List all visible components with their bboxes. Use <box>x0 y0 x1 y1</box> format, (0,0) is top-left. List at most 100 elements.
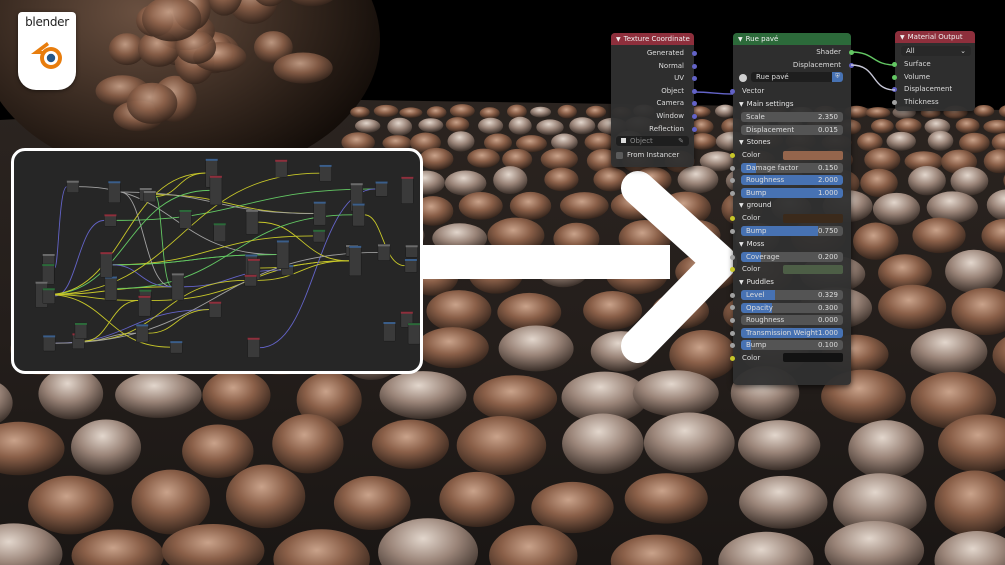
input-socket[interactable] <box>730 343 735 349</box>
chevron-down-icon[interactable]: ▼ <box>739 276 744 289</box>
input-socket[interactable] <box>730 228 735 234</box>
cobblestone <box>872 192 921 226</box>
output-socket[interactable] <box>692 88 697 94</box>
node-header[interactable]: ▼ Rue pavé <box>733 33 851 45</box>
chevron-down-icon[interactable]: ▼ <box>739 98 744 111</box>
ground-color-swatch[interactable] <box>783 214 843 224</box>
rue-pave-group-node[interactable]: ▼ Rue pavé Shader Displacement Rue pavé ⛨… <box>730 33 854 385</box>
cobblestone <box>908 166 946 196</box>
node-group-icon[interactable] <box>739 74 747 83</box>
output-socket[interactable] <box>849 62 854 68</box>
puddles-color-swatch[interactable] <box>783 353 843 363</box>
puddles-roughness-slider[interactable]: Roughness 0.000 <box>741 315 843 326</box>
input-socket[interactable] <box>892 74 897 80</box>
panel-main-settings[interactable]: ▼ Main settings <box>733 98 851 111</box>
object-picker[interactable]: Object ✎ <box>616 136 689 147</box>
displacement-field[interactable]: Displacement 0.015 <box>741 124 843 135</box>
graph-node <box>74 322 88 339</box>
input-socket[interactable] <box>730 267 735 273</box>
graph-node-header <box>350 183 363 186</box>
output-socket[interactable] <box>692 51 697 56</box>
cobblestone <box>910 328 988 376</box>
graph-node-header <box>143 190 156 193</box>
graph-node-header <box>66 180 79 183</box>
input-socket[interactable] <box>730 152 735 158</box>
graph-node <box>383 321 396 342</box>
output-socket[interactable] <box>849 50 854 55</box>
cobblestone <box>643 412 735 474</box>
panel-stones[interactable]: ▼ Stones <box>733 136 851 149</box>
panel-puddles[interactable]: ▼ Puddles <box>733 276 851 289</box>
moss-coverage-slider[interactable]: Coverage 0.200 <box>741 251 843 262</box>
graph-node-header <box>408 323 420 326</box>
stones-color-swatch[interactable] <box>783 150 843 160</box>
graph-node <box>135 324 149 343</box>
puddles-opacity-slider[interactable]: Opacity 0.300 <box>741 302 843 313</box>
cobblestone <box>350 106 370 118</box>
node-header[interactable]: ▼ Texture Coordinate <box>611 33 694 45</box>
chevron-down-icon[interactable]: ▼ <box>616 34 621 45</box>
ground-bump-slider[interactable]: Bump 0.750 <box>741 226 843 237</box>
panel-moss[interactable]: ▼ Moss <box>733 238 851 251</box>
chevron-down-icon[interactable]: ▼ <box>739 136 744 149</box>
input-puddles-level: Level 0.329 <box>730 289 851 302</box>
input-socket[interactable] <box>730 305 735 311</box>
graph-node <box>213 223 226 242</box>
input-socket[interactable] <box>892 99 897 105</box>
node-header[interactable]: ▼ Material Output <box>895 31 975 43</box>
graph-node-header <box>42 253 55 256</box>
input-socket[interactable] <box>730 216 735 222</box>
chevron-down-icon[interactable]: ▼ <box>738 34 743 45</box>
input-socket[interactable] <box>892 87 897 93</box>
cobblestone <box>551 133 578 151</box>
graph-node-header <box>276 240 289 243</box>
node-graph-wires <box>35 158 420 358</box>
transmission-weight-slider[interactable]: Transmission Weight 1.000 <box>741 327 843 338</box>
input-socket[interactable] <box>730 330 735 336</box>
sphere-stone <box>273 52 333 84</box>
stones-roughness-slider[interactable]: Roughness 2.000 <box>741 175 843 186</box>
input-socket[interactable] <box>730 317 735 323</box>
input-socket[interactable] <box>730 355 735 361</box>
chevron-down-icon[interactable]: ▼ <box>900 32 905 43</box>
output-socket[interactable] <box>692 126 697 132</box>
chevron-down-icon[interactable]: ▼ <box>739 238 744 251</box>
stones-bump-slider[interactable]: Bump 1.000 <box>741 188 843 199</box>
material-output-node[interactable]: ▼ Material Output All ⌄ Surface Volume Dis… <box>892 31 975 111</box>
from-instancer-checkbox[interactable] <box>616 152 623 160</box>
cobblestone <box>624 473 708 524</box>
cobblestone <box>131 469 210 535</box>
graph-node-header <box>35 281 48 284</box>
output-camera: Camera <box>611 97 697 110</box>
graph-node-header <box>43 335 56 338</box>
target-dropdown[interactable]: All ⌄ <box>901 46 971 57</box>
panel-ground[interactable]: ▼ ground <box>733 199 851 212</box>
output-socket[interactable] <box>692 113 697 119</box>
cobblestone <box>373 104 399 118</box>
input-socket[interactable] <box>730 89 735 95</box>
object-picker-row: Object ✎ <box>611 135 694 149</box>
fake-user-shield-icon[interactable]: ⛨ <box>832 72 843 83</box>
chevron-down-icon[interactable]: ▼ <box>739 199 744 212</box>
scale-field[interactable]: Scale 2.350 <box>741 112 843 123</box>
graph-node-header <box>400 311 413 314</box>
texture-coordinate-node[interactable]: ▼ Texture Coordinate Generated Normal UV … <box>611 33 697 167</box>
logo-text: blender <box>25 15 69 29</box>
input-socket[interactable] <box>892 62 897 67</box>
cobblestone <box>506 104 527 119</box>
graph-node <box>179 209 192 229</box>
eyedropper-icon[interactable]: ✎ <box>678 136 684 146</box>
input-socket[interactable] <box>730 190 735 196</box>
input-socket[interactable] <box>730 292 735 298</box>
puddles-level-slider[interactable]: Level 0.329 <box>741 290 843 301</box>
output-socket[interactable] <box>692 63 697 69</box>
input-stones-bump: Bump 1.000 <box>730 187 851 200</box>
puddles-bump-slider[interactable]: Bump 0.100 <box>741 340 843 351</box>
input-socket[interactable] <box>730 165 735 171</box>
group-selector[interactable]: Rue pavé ⛨ <box>751 72 843 83</box>
damage-factor-slider[interactable]: Damage factor 0.150 <box>741 162 843 173</box>
moss-color-swatch[interactable] <box>783 264 843 274</box>
cobblestone <box>371 419 449 469</box>
input-socket[interactable] <box>730 254 735 260</box>
input-socket[interactable] <box>730 178 735 184</box>
